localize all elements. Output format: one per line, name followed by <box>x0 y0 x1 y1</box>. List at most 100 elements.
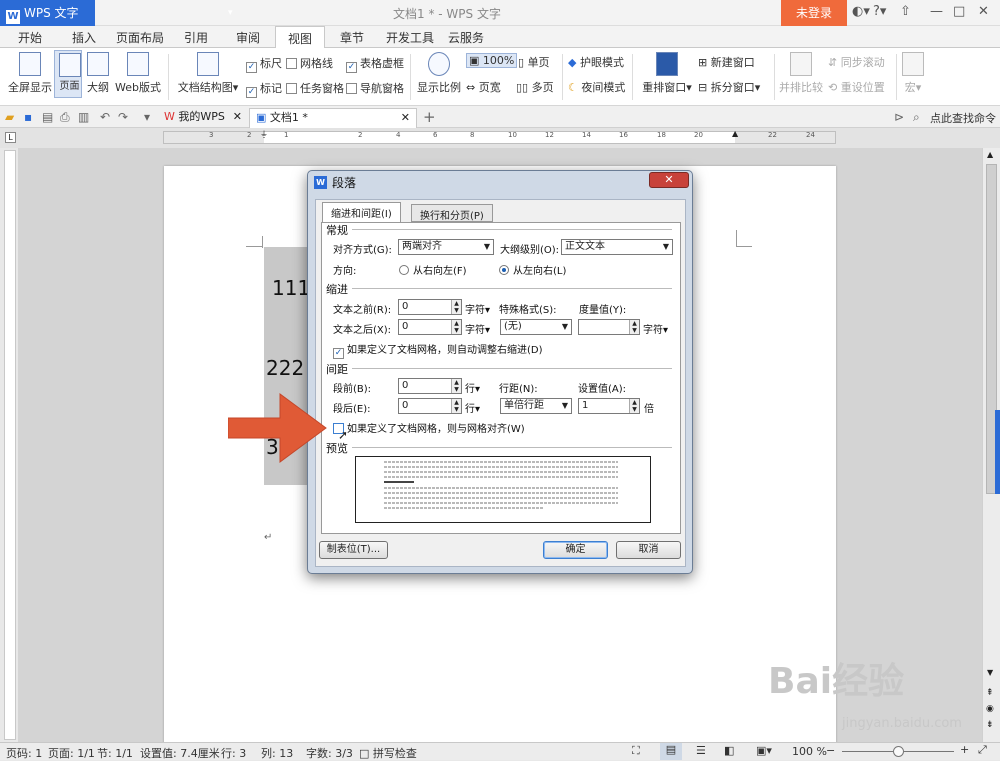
macro-button[interactable]: 宏▾ <box>900 52 926 95</box>
measure-input[interactable]: ▲ ▼ <box>578 319 640 335</box>
side-panel-tab[interactable] <box>995 410 1000 494</box>
zoom-out-icon[interactable]: − <box>826 744 835 757</box>
web-view-icon[interactable]: ◧ <box>724 744 734 757</box>
vertical-ruler[interactable] <box>4 150 16 740</box>
tab-line-page-breaks[interactable]: 换行和分页(P) <box>411 204 493 222</box>
dialog-close-button[interactable]: ✕ <box>649 172 689 188</box>
snap-to-grid-checkbox[interactable]: 如果定义了文档网格，则与网格对齐(W) <box>333 420 525 435</box>
scroll-up-icon[interactable]: ▲ <box>987 150 993 159</box>
reset-position-button[interactable]: ⟲ 重设位置 <box>828 79 885 95</box>
special-format-select[interactable]: (无) ▼ <box>500 319 572 335</box>
tab-insert[interactable]: 插入 <box>72 29 96 46</box>
next-page-icon[interactable]: ⇟ <box>986 720 994 730</box>
rearrange-window-button[interactable]: 重排窗口▾ <box>640 52 694 95</box>
sync-scroll-button[interactable]: ⇵ 同步滚动 <box>828 54 885 70</box>
before-text-unit[interactable]: 字符▾ <box>465 301 490 316</box>
upload-icon[interactable]: ⇧ <box>900 4 911 19</box>
cancel-button[interactable]: 取消 <box>616 541 681 559</box>
spinner-icon[interactable]: ▲ ▼ <box>451 379 461 393</box>
web-layout-button[interactable]: Web版式 <box>114 52 162 95</box>
gridlines-checkbox[interactable]: 网格线 <box>286 55 333 71</box>
redo-icon[interactable]: ↷ <box>118 110 128 124</box>
zoom-slider-thumb[interactable] <box>893 746 904 757</box>
outline-button[interactable]: 大纲 <box>85 52 111 95</box>
side-by-side-button[interactable]: 并排比较 <box>778 52 824 95</box>
close-tab-icon[interactable]: ✕ <box>233 108 242 126</box>
print-preview-icon[interactable]: ▥ <box>78 110 89 124</box>
open-folder-icon[interactable]: ▰ <box>5 110 14 124</box>
spinner-icon[interactable]: ▲ ▼ <box>451 399 461 413</box>
page-view-status-icon[interactable]: ▤ <box>660 743 682 760</box>
tab-my-wps[interactable]: W 我的WPS ✕ <box>158 108 248 128</box>
save-icon[interactable]: ▪ <box>24 110 32 124</box>
close-icon[interactable]: ✕ <box>978 4 989 19</box>
tab-stop-selector[interactable]: L <box>5 132 16 143</box>
tab-view[interactable]: 视图 <box>275 26 326 49</box>
tab-page-layout[interactable]: 页面布局 <box>116 29 164 46</box>
ok-button[interactable]: 确定 <box>543 541 608 559</box>
rtl-radio[interactable]: 从右向左(F) <box>399 262 467 277</box>
table-frame-checkbox[interactable]: ✓ 表格虚框 <box>346 55 404 73</box>
indent-marker-icon[interactable]: ⏚ <box>260 129 268 140</box>
spell-check-toggle[interactable]: □ 拼写检查 <box>359 745 417 761</box>
maximize-icon[interactable]: □ <box>953 4 965 19</box>
tab-stops-button[interactable]: 制表位(T)... <box>319 541 388 559</box>
before-para-input[interactable]: 0 ▲ ▼ <box>398 378 462 394</box>
tab-indent-spacing[interactable]: 缩进和间距(I) <box>322 202 401 222</box>
mark-checkbox[interactable]: ✓ 标记 <box>246 80 282 98</box>
ruler-checkbox[interactable]: ✓ 标尺 <box>246 55 282 73</box>
spinner-icon[interactable]: ▲ ▼ <box>451 300 461 314</box>
zoom-in-icon[interactable]: + <box>960 743 969 756</box>
ltr-radio[interactable]: 从左向右(L) <box>499 262 566 277</box>
tab-references[interactable]: 引用 <box>184 29 208 46</box>
page-width-button[interactable]: ⇔ 页宽 <box>466 79 501 95</box>
outline-view-icon[interactable]: ☰ <box>696 744 706 757</box>
tab-chapter[interactable]: 章节 <box>340 29 364 46</box>
single-page-button[interactable]: ▯ 单页 <box>518 54 550 70</box>
tab-cloud[interactable]: 云服务 <box>448 29 484 46</box>
new-tab-icon[interactable]: + <box>423 108 436 126</box>
quick-access-dropdown-icon[interactable]: ▾ <box>144 110 150 124</box>
login-button[interactable]: 未登录 <box>781 0 847 26</box>
after-para-input[interactable]: 0 ▲ ▼ <box>398 398 462 414</box>
outline-level-select[interactable]: 正文文本 ▼ <box>561 239 673 255</box>
toolbox-icon[interactable]: ⊳ <box>894 110 904 124</box>
doc-line-1[interactable]: 111 <box>272 276 310 300</box>
new-window-button[interactable]: ⊞ 新建窗口 <box>698 54 755 70</box>
night-mode-button[interactable]: ☾ 夜间模式 <box>568 79 625 95</box>
eye-mode-button[interactable]: ◆ 护眼模式 <box>568 54 624 70</box>
right-indent-marker-icon[interactable]: ▲ <box>732 129 738 138</box>
after-text-unit[interactable]: 字符▾ <box>465 321 490 336</box>
export-pdf-icon[interactable]: ▤ <box>42 110 53 124</box>
measure-unit[interactable]: 字符▾ <box>643 321 668 336</box>
help-icon[interactable]: ?▾ <box>873 4 886 19</box>
line-spacing-select[interactable]: 单倍行距 ▼ <box>500 398 572 414</box>
prev-page-icon[interactable]: ⇞ <box>986 688 994 698</box>
print-icon[interactable]: ⎙ <box>60 110 70 125</box>
horizontal-ruler[interactable]: 3 2 1 2 4 6 8 10 12 14 16 18 20 22 24 ⏚ ▲ <box>163 129 836 144</box>
tab-home[interactable]: 开始 <box>18 29 42 46</box>
zoom-button[interactable]: 显示比例 <box>416 52 462 95</box>
reading-mode-icon[interactable]: ▣▾ <box>756 744 772 757</box>
page-view-button[interactable]: 页面 <box>54 50 82 98</box>
command-search-input[interactable]: 点此查找命令 <box>930 110 996 126</box>
skin-icon[interactable]: ◐▾ <box>852 4 870 19</box>
close-tab-icon[interactable]: ✕ <box>401 109 410 127</box>
select-browse-icon[interactable]: ◉ <box>986 704 994 714</box>
full-screen-button[interactable]: 全屏显示 <box>8 52 52 95</box>
set-value-input[interactable]: 1 ▲ ▼ <box>578 398 640 414</box>
before-text-input[interactable]: 0 ▲ ▼ <box>398 299 462 315</box>
spinner-icon[interactable]: ▲ ▼ <box>451 320 461 334</box>
auto-right-indent-checkbox[interactable]: ✓ 如果定义了文档网格，则自动调整右缩进(D) <box>333 341 543 359</box>
scroll-down-icon[interactable]: ▼ <box>987 668 993 677</box>
zoom-options-icon[interactable]: ⤢ <box>978 743 987 757</box>
doc-line-2[interactable]: 222 <box>266 356 304 380</box>
doc-map-button[interactable]: 文档结构图▾ <box>176 52 240 95</box>
before-para-unit[interactable]: 行▾ <box>465 380 480 395</box>
status-word-count[interactable]: 字数: 3/3 <box>306 745 353 761</box>
tab-review[interactable]: 审阅 <box>236 29 260 46</box>
minimize-icon[interactable]: — <box>930 4 943 19</box>
nav-pane-checkbox[interactable]: 导航窗格 <box>346 80 404 96</box>
wps-app-menu-button[interactable]: W WPS 文字 ▾ <box>0 0 233 26</box>
split-window-button[interactable]: ⊟ 拆分窗口▾ <box>698 79 760 95</box>
